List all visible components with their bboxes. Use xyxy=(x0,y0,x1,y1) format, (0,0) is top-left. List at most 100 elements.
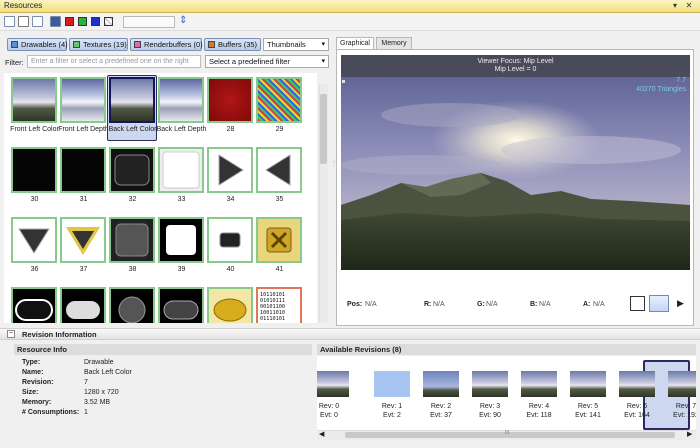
info-value: 1280 x 720 xyxy=(84,389,119,396)
lock-icon[interactable] xyxy=(18,16,29,27)
tab-memory[interactable]: Memory xyxy=(376,37,412,49)
thumbnail-image-frame xyxy=(207,217,253,263)
filter-label: Buffers (35) xyxy=(218,40,258,49)
thumbnail-image-frame xyxy=(256,217,302,263)
thumbnail-image xyxy=(160,219,202,261)
horizontal-scrollbar-thumb[interactable]: III xyxy=(345,430,675,438)
blue-channel-icon[interactable] xyxy=(91,17,100,26)
red-channel-icon[interactable] xyxy=(65,17,74,26)
play-icon[interactable]: ▶ xyxy=(677,298,684,309)
resource-label: 38 xyxy=(128,266,137,273)
thumbnail-image-frame xyxy=(11,77,57,123)
resource-label: Front Left Depth xyxy=(58,126,109,133)
resource-label: 32 xyxy=(128,196,137,203)
thumbnail-image xyxy=(219,232,241,248)
green-label: G: xyxy=(477,301,485,308)
info-value: Drawable xyxy=(84,359,114,366)
scroll-left-icon[interactable]: ◀ xyxy=(319,430,324,438)
predefined-filter-select[interactable]: Select a predefined filter ▾ xyxy=(205,55,329,68)
revision-event: Evt: 2 xyxy=(383,412,401,419)
splitter-grip[interactable]: ⋮ xyxy=(331,160,337,180)
thumbnail-image-frame xyxy=(60,77,106,123)
filter-input[interactable]: Enter a filter or select a predefined on… xyxy=(27,55,201,68)
view-mode-select[interactable]: Thumbnails ▾ xyxy=(263,38,329,51)
binary-buffer-image: 10110101 01010111 00101100 10011010 0111… xyxy=(259,290,299,323)
renderbuffers-swatch-icon xyxy=(134,41,141,48)
resource-label: 37 xyxy=(79,266,88,273)
zoom-select[interactable] xyxy=(123,16,175,28)
filter-label: Renderbuffers (0) xyxy=(144,40,203,49)
thumbnail-image-frame xyxy=(11,147,57,193)
scroll-grip: III xyxy=(505,430,510,436)
close-icon[interactable]: ✕ xyxy=(684,1,694,10)
thumbnail-image-frame xyxy=(109,217,155,263)
thumbnail-image-frame xyxy=(158,287,204,323)
thumbnail-image xyxy=(66,227,100,255)
revision-number: Rev: 3 xyxy=(479,403,501,410)
filter-label: Drawables (4) xyxy=(21,40,68,49)
green-value: N/A xyxy=(486,301,498,308)
resource-label: 31 xyxy=(79,196,88,203)
vertical-scrollbar-thumb[interactable] xyxy=(320,94,327,164)
sort-arrows-icon[interactable]: ⇕ xyxy=(179,15,187,26)
viewer-focus-text: Viewer Focus: Mip Level xyxy=(477,58,554,65)
thumbnail-image xyxy=(111,149,153,191)
alpha-label: A: xyxy=(583,301,591,308)
fit-view-button[interactable] xyxy=(649,295,669,312)
green-channel-icon[interactable] xyxy=(78,17,87,26)
alpha-channel-icon[interactable] xyxy=(104,17,113,26)
red-value: N/A xyxy=(433,301,445,308)
info-key: Size: xyxy=(22,389,39,396)
revision-thumbnail xyxy=(570,371,606,397)
thumbnail-image xyxy=(160,289,202,323)
filter-buffers-button[interactable]: Buffers (35) xyxy=(204,38,261,51)
pos-label: Pos: xyxy=(347,301,363,308)
tab-graphical[interactable]: Graphical xyxy=(336,37,374,49)
filter-label: Textures (19) xyxy=(83,40,127,49)
corner-marker xyxy=(342,80,345,83)
revision-info-bar[interactable]: − Revision Information xyxy=(0,328,700,340)
info-value: 1 xyxy=(84,409,88,416)
scroll-right-icon[interactable]: ▶ xyxy=(687,430,692,438)
thumbnail-image-frame xyxy=(207,287,253,323)
resource-label: 29 xyxy=(275,126,284,133)
save-icon[interactable] xyxy=(50,16,61,27)
revision-number: Rev: 5 xyxy=(577,403,599,410)
revision-thumbnail xyxy=(521,371,557,397)
revision-event: Evt: 37 xyxy=(430,412,452,419)
filter-label: Filter: xyxy=(5,58,24,67)
info-key: Type: xyxy=(22,359,41,366)
revision-number: Rev: 6 xyxy=(626,403,648,410)
mip-level-text: Mip Level = 0 xyxy=(494,66,537,73)
info-key: Name: xyxy=(22,369,44,376)
collapse-icon[interactable]: − xyxy=(7,330,15,338)
textures-swatch-icon xyxy=(73,41,80,48)
filter-renderbuffers-button[interactable]: Renderbuffers (0) xyxy=(130,38,203,51)
window-icon[interactable] xyxy=(32,16,43,27)
revision-number: Rev: 7 xyxy=(675,403,696,410)
red-label: R: xyxy=(424,301,432,308)
revision-thumbnail xyxy=(423,371,459,397)
thumbnail-image xyxy=(258,219,300,261)
filter-drawables-button[interactable]: Drawables (4) xyxy=(7,38,68,51)
filter-textures-button[interactable]: Textures (19) xyxy=(69,38,128,51)
blue-label: B: xyxy=(530,301,538,308)
pin-icon[interactable]: ▾ xyxy=(670,1,680,10)
revision-info-title: Revision Information xyxy=(22,330,97,339)
triangle-count-stat: 40270 Triangles xyxy=(636,86,686,93)
restore-view-icon[interactable] xyxy=(4,16,15,27)
revision-thumbnail xyxy=(317,371,349,397)
thumbnail-image-frame xyxy=(256,147,302,193)
chevron-down-icon: ▾ xyxy=(321,58,325,65)
thumbnail-image-frame xyxy=(60,287,106,323)
revision-event: Evt: 192 xyxy=(673,412,696,419)
resource-label: 40 xyxy=(226,266,235,273)
thumbnail-image xyxy=(111,219,153,261)
thumbnail-image-frame xyxy=(11,217,57,263)
viewer-header: Viewer Focus: Mip Level Mip Level = 0 xyxy=(341,55,690,77)
background-white-button[interactable] xyxy=(630,296,645,311)
revision-thumbnail xyxy=(619,371,655,397)
thumbnail-image-frame xyxy=(207,77,253,123)
revision-strip: Rev: 0 Evt: 0 Rev: 1 Evt: 2 Rev: 2 Evt: 37 Rev… xyxy=(317,356,696,430)
resource-label: 39 xyxy=(177,266,186,273)
